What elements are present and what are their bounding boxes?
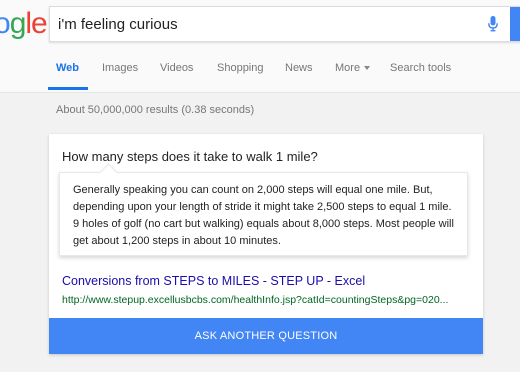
tab-search-tools[interactable]: Search tools: [390, 62, 451, 74]
caret-down-icon: [364, 66, 371, 71]
tab-news[interactable]: News: [285, 62, 313, 74]
search-button[interactable]: [510, 7, 520, 41]
answer-card: How many steps does it take to walk 1 mi…: [49, 134, 483, 354]
source-url: http://www.stepup.excellusbcbs.com/healt…: [62, 294, 449, 306]
search-box: [49, 6, 520, 42]
microphone-icon[interactable]: [488, 16, 498, 32]
source-link[interactable]: Conversions from STEPS to MILES - STEP U…: [62, 274, 365, 288]
header: ogle Web Images Videos Shopping News Mor…: [0, 0, 520, 93]
active-tab-indicator: [48, 87, 88, 90]
tab-more-label: More: [335, 62, 361, 74]
result-stats: About 50,000,000 results (0.38 seconds): [56, 104, 255, 116]
tab-more[interactable]: More: [335, 62, 371, 74]
ask-another-question-button[interactable]: ASK ANOTHER QUESTION: [49, 318, 483, 354]
tab-web[interactable]: Web: [56, 62, 79, 74]
answer-box: Generally speaking you can count on 2,00…: [59, 163, 468, 256]
google-logo[interactable]: ogle: [0, 9, 48, 39]
tab-shopping[interactable]: Shopping: [217, 62, 264, 74]
answer-text: Generally speaking you can count on 2,00…: [73, 184, 454, 247]
search-input[interactable]: [50, 7, 478, 41]
search-tabs: Web Images Videos Shopping News More Sea…: [0, 60, 520, 92]
answer-pointer: [99, 163, 118, 182]
card-question: How many steps does it take to walk 1 mi…: [62, 149, 318, 164]
tab-videos[interactable]: Videos: [160, 62, 193, 74]
tab-images[interactable]: Images: [102, 62, 138, 74]
